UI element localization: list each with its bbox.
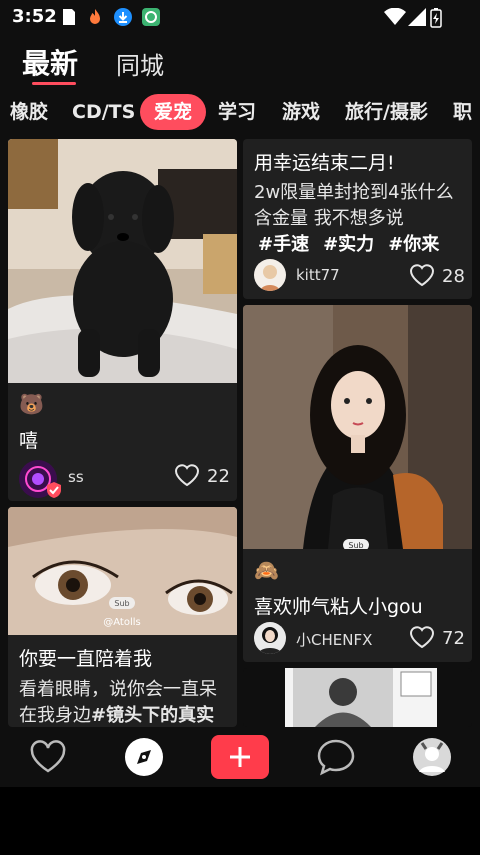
author-avatar[interactable] [254,259,286,291]
hashtag[interactable]: #镜头下的真实 [91,705,214,726]
tab-nearby[interactable]: 同城 [116,46,164,81]
create-post-button[interactable] [211,735,269,779]
post-body: 看着眼睛，说你会一直呆在我身边#镜头下的真实 [19,679,217,726]
like-count: 22 [207,466,230,487]
post-card-comic[interactable] [243,668,472,727]
category-cdts[interactable]: CD/TS [72,94,135,130]
nav-discover[interactable] [122,735,166,779]
post-emoji: 🐻 [19,392,44,416]
flame-icon [90,9,100,24]
sim-card-icon [63,9,75,25]
hashtag[interactable]: #你来 [388,234,439,255]
bottom-nav [0,727,480,787]
category-rubber[interactable]: 橡胶 [10,94,48,130]
post-title: 你要一直陪着我 [19,648,153,670]
app-screen: { "status_bar": { "time": "3:52" }, "hea… [0,0,480,855]
post-card-text[interactable]: 用幸运结束二月! 2w限量单封抢到4张什么含金量 我不想多说 #手速 #实力 #你来… [243,139,472,299]
watermark-handle: @Atolls [103,617,140,628]
hashtag[interactable]: #手速 [258,234,309,255]
chat-bubble-icon [317,739,355,776]
post-title: 嘻 [19,430,39,452]
like-count: 72 [442,628,465,649]
category-travel-photo[interactable]: 旅行/摄影 [345,94,428,130]
nav-profile[interactable] [410,735,454,779]
cellular-signal-icon [408,8,426,26]
nav-messages[interactable] [314,735,358,779]
tab-latest[interactable]: 最新 [22,42,78,82]
heart-icon[interactable] [409,625,435,649]
battery-charging-icon [430,8,442,28]
feed-tabs: 最新 同城 [0,36,480,92]
post-card-dog[interactable]: 🐻 嘻 ss 22 [8,139,237,501]
post-card-portrait[interactable]: Sub 🙈 喜欢帅气粘人小gou 小CHENFX 72 [243,305,472,662]
profile-avatar-icon [413,738,451,776]
gesture-area [0,787,480,855]
category-job[interactable]: 职 [453,94,472,130]
post-title: 用幸运结束二月! [254,152,395,174]
download-icon [114,8,132,26]
post-emoji: 🙈 [254,558,279,582]
sub-badge-text: Sub [114,599,129,608]
post-body: 2w限量单封抢到4张什么含金量 我不想多说 [254,182,454,229]
active-tab-indicator [32,82,76,85]
category-pets[interactable]: 爱宠 [140,94,207,130]
category-games[interactable]: 游戏 [282,94,320,130]
post-card-eyes[interactable]: Sub @Atolls 你要一直陪着我 看着眼睛，说你会一直呆在我身边#镜头下的… [8,507,237,727]
eyes-photo: Sub @Atolls [8,507,237,635]
author-name[interactable]: ss [68,468,84,486]
hashtag[interactable]: #实力 [323,234,374,255]
status-bar: 3:52 [0,0,480,34]
author-avatar[interactable] [254,622,286,654]
post-title: 喜欢帅气粘人小gou [254,596,423,618]
dog-photo [8,139,237,383]
heart-icon[interactable] [174,463,200,487]
author-name[interactable]: kitt77 [296,266,340,284]
nav-favorites[interactable] [26,735,70,779]
verified-shield-icon [47,482,61,498]
author-name[interactable]: 小CHENFX [296,629,372,650]
like-count: 28 [442,266,465,287]
category-bar: 橡胶 CD/TS 爱宠 学习 游戏 旅行/摄影 职 [0,94,480,132]
heart-icon[interactable] [409,263,435,287]
sub-badge-text: Sub [348,541,363,549]
status-time: 3:52 [12,6,57,27]
portrait-photo: Sub [243,305,472,549]
post-tags: #手速 #实力 #你来 [258,230,453,256]
wifi-icon [384,8,406,25]
heart-icon [30,740,66,773]
category-study[interactable]: 学习 [218,94,256,130]
comic-image [285,668,437,727]
compass-icon [125,738,163,776]
app-notification-icon [142,8,160,26]
